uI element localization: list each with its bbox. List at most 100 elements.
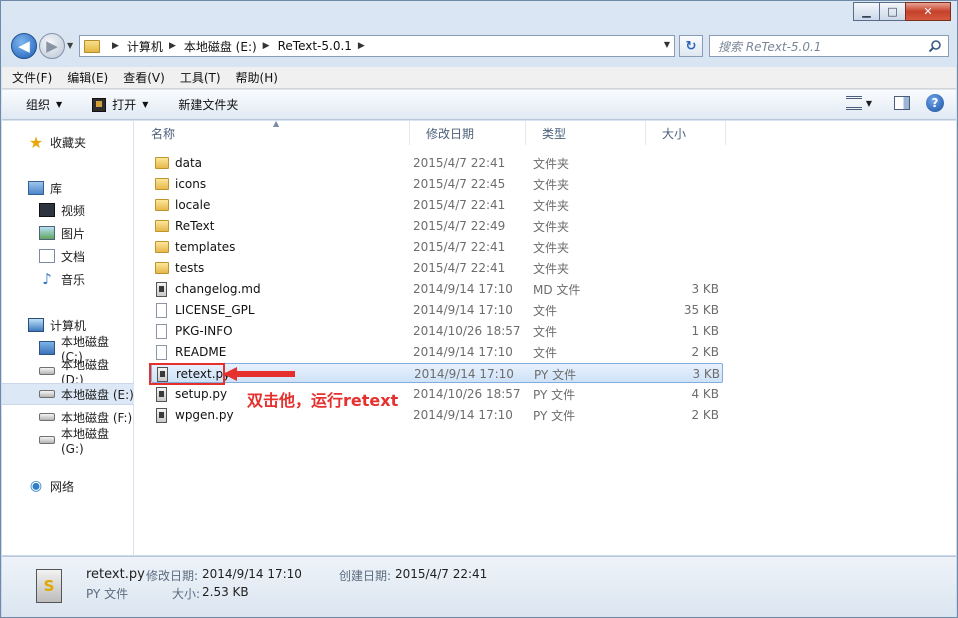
menu-edit[interactable]: 编辑(E) xyxy=(67,69,108,86)
column-label: 名称 xyxy=(151,126,176,141)
nav-music[interactable]: ♪ 音乐 xyxy=(2,268,134,290)
file-size: 3 KB xyxy=(691,282,719,296)
help-icon[interactable]: ? xyxy=(926,94,944,112)
file-type: PY 文件 xyxy=(533,387,576,402)
search-icon[interactable] xyxy=(928,39,942,53)
file-name-cell: data xyxy=(155,153,202,173)
address-dropdown-icon[interactable]: ▼ xyxy=(664,40,670,49)
details-pane: S retext.py 修改日期: 2014/9/14 17:10 创建日期: … xyxy=(2,556,956,617)
column-header-type[interactable]: 类型 xyxy=(526,121,646,145)
back-button[interactable]: ◀ xyxy=(11,33,37,59)
refresh-button[interactable]: ↻ xyxy=(679,35,703,57)
nav-drive-e[interactable]: 本地磁盘 (E:) xyxy=(2,383,134,405)
organize-button[interactable]: 组织 ▼ xyxy=(26,96,62,113)
file-row[interactable]: LICENSE_GPL 2014/9/14 17:10 文件 35 KB xyxy=(151,300,723,320)
search-input[interactable]: 搜索 ReText-5.0.1 xyxy=(709,35,949,57)
file-type: 文件夹 xyxy=(533,156,570,171)
file-row[interactable]: PKG-INFO 2014/10/26 18:57 文件 1 KB xyxy=(151,321,723,341)
file-type: PY 文件 xyxy=(533,408,576,423)
annotation-highlight-box xyxy=(149,363,225,385)
menu-file[interactable]: 文件(F) xyxy=(12,69,52,86)
star-icon: ★ xyxy=(28,132,44,152)
nav-documents[interactable]: 文档 xyxy=(2,245,134,267)
chevron-right-icon[interactable]: ▶ xyxy=(112,41,119,51)
file-row[interactable]: ReText 2015/4/7 22:49 文件夹 xyxy=(151,216,723,236)
nav-network[interactable]: ◉ 网络 xyxy=(2,475,134,497)
file-row[interactable]: wpgen.py 2014/9/14 17:10 PY 文件 2 KB xyxy=(151,405,723,425)
menu-tools[interactable]: 工具(T) xyxy=(180,69,221,86)
maximize-button[interactable]: □ xyxy=(879,2,906,21)
drive-icon xyxy=(39,436,55,444)
file-date: 2014/9/14 17:10 xyxy=(413,303,513,317)
preview-pane-icon[interactable] xyxy=(894,96,910,110)
file-row[interactable]: data 2015/4/7 22:41 文件夹 xyxy=(151,153,723,173)
details-file-name: retext.py xyxy=(86,567,145,582)
chevron-right-icon[interactable]: ▶ xyxy=(263,41,270,51)
chevron-right-icon[interactable]: ▶ xyxy=(358,41,365,51)
file-name-cell: tests xyxy=(155,258,204,278)
nav-pictures[interactable]: 图片 xyxy=(2,222,134,244)
details-created-value: 2015/4/7 22:41 xyxy=(395,567,488,581)
nav-label: 收藏夹 xyxy=(50,135,87,150)
network-icon: ◉ xyxy=(29,478,43,494)
close-button[interactable]: ✕ xyxy=(905,2,951,21)
menu-view[interactable]: 查看(V) xyxy=(123,69,165,86)
command-bar: 组织 ▼ 打开 ▼ 新建文件夹 ▼ ? xyxy=(2,90,956,120)
column-header-date[interactable]: 修改日期 xyxy=(410,121,526,145)
new-folder-button[interactable]: 新建文件夹 xyxy=(178,96,238,113)
chevron-down-icon: ▼ xyxy=(142,100,149,109)
chevron-down-icon[interactable]: ▼ xyxy=(866,99,872,108)
file-row[interactable]: README 2014/9/14 17:10 文件 2 KB xyxy=(151,342,723,362)
nav-libraries[interactable]: 库 xyxy=(2,177,134,199)
column-header-size[interactable]: 大小 xyxy=(646,121,726,145)
organize-label: 组织 xyxy=(26,98,51,112)
file-row[interactable]: tests 2015/4/7 22:41 文件夹 xyxy=(151,258,723,278)
nav-label: 本地磁盘 (E:) xyxy=(61,387,134,402)
minimize-button[interactable]: ▁ xyxy=(853,2,880,21)
nav-drive-d[interactable]: 本地磁盘 (D:) xyxy=(2,358,134,387)
file-date: 2015/4/7 22:41 xyxy=(413,261,506,275)
document-icon xyxy=(39,249,55,263)
file-icon xyxy=(156,344,167,360)
file-name-cell: wpgen.py xyxy=(155,405,234,425)
file-type: 文件 xyxy=(533,345,558,360)
file-type: 文件夹 xyxy=(533,219,570,234)
file-row[interactable]: changelog.md 2014/9/14 17:10 MD 文件 3 KB xyxy=(151,279,723,299)
file-row[interactable]: icons 2015/4/7 22:45 文件夹 xyxy=(151,174,723,194)
address-bar[interactable]: ▶ 计算机 ▶ 本地磁盘 (E:) ▶ ReText-5.0.1 ▶ ▼ xyxy=(79,35,675,57)
details-modified-label: 修改日期: xyxy=(146,569,199,583)
file-row[interactable]: setup.py 2014/10/26 18:57 PY 文件 4 KB xyxy=(151,384,723,404)
address-row: ◀ ▶ ▼ ▶ 计算机 ▶ 本地磁盘 (E:) ▶ ReText-5.0.1 ▶… xyxy=(1,29,957,63)
details-size-label: 大小: xyxy=(172,587,201,601)
column-header-name[interactable]: ▲ 名称 xyxy=(135,119,410,145)
open-button[interactable]: 打开 ▼ xyxy=(92,96,148,113)
nav-favorites[interactable]: ★ 收藏夹 xyxy=(2,131,134,153)
file-name: icons xyxy=(175,177,207,191)
file-name-cell: ReText xyxy=(155,216,214,236)
chevron-right-icon[interactable]: ▶ xyxy=(169,41,176,51)
menu-help[interactable]: 帮助(H) xyxy=(236,69,278,86)
file-name-cell: setup.py xyxy=(155,384,227,404)
folder-icon xyxy=(155,178,169,190)
file-name: README xyxy=(175,345,227,359)
drive-icon xyxy=(39,413,55,421)
refresh-icon: ↻ xyxy=(685,38,697,54)
file-name: PKG-INFO xyxy=(175,324,233,338)
recent-pages-dropdown[interactable]: ▼ xyxy=(67,41,73,50)
breadcrumb-drive-e[interactable]: 本地磁盘 (E:) xyxy=(184,38,257,55)
annotation-arrow xyxy=(223,367,295,381)
details-created-label: 创建日期: xyxy=(339,569,392,583)
folder-icon xyxy=(155,220,169,232)
nav-drive-g[interactable]: 本地磁盘 (G:) xyxy=(2,427,134,456)
forward-button[interactable]: ▶ xyxy=(39,33,65,59)
file-row[interactable]: templates 2015/4/7 22:41 文件夹 xyxy=(151,237,723,257)
view-options-icon[interactable] xyxy=(845,96,862,110)
drive-icon xyxy=(39,367,55,375)
nav-label: 文档 xyxy=(61,249,86,264)
file-date: 2015/4/7 22:41 xyxy=(413,198,506,212)
breadcrumb-computer[interactable]: 计算机 xyxy=(127,38,163,55)
file-row[interactable]: locale 2015/4/7 22:41 文件夹 xyxy=(151,195,723,215)
breadcrumb-retext[interactable]: ReText-5.0.1 xyxy=(278,39,352,53)
nav-videos[interactable]: 视频 xyxy=(2,199,134,221)
file-size xyxy=(621,237,719,257)
